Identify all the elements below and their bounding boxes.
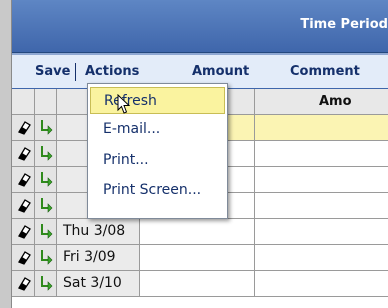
eraser-cell[interactable] xyxy=(12,167,35,192)
eraser-icon[interactable] xyxy=(16,171,32,187)
enter-arrow-icon[interactable] xyxy=(39,223,55,239)
menu-item-print[interactable]: Print... xyxy=(90,147,225,174)
arrow-cell[interactable] xyxy=(35,141,57,166)
code-cell[interactable] xyxy=(140,271,255,296)
amount-cell[interactable] xyxy=(255,193,388,218)
eraser-cell[interactable] xyxy=(12,245,35,270)
date-cell: Thu 3/08 xyxy=(57,219,140,244)
amount-cell[interactable] xyxy=(255,271,388,296)
table-row[interactable]: Fri 3/09 xyxy=(12,245,388,271)
actions-menu-button[interactable]: Actions xyxy=(85,64,139,79)
enter-arrow-icon[interactable] xyxy=(39,275,55,291)
arrow-cell[interactable] xyxy=(35,271,57,296)
enter-arrow-icon[interactable] xyxy=(39,171,55,187)
eraser-cell[interactable] xyxy=(12,219,35,244)
enter-arrow-icon[interactable] xyxy=(39,119,55,135)
date-cell: Sat 3/10 xyxy=(57,271,140,296)
amount-cell[interactable] xyxy=(255,245,388,270)
actions-dropdown-menu: Refresh E-mail... Print... Print Screen.… xyxy=(87,83,228,219)
amount-cell[interactable] xyxy=(255,115,388,140)
comment-button[interactable]: Comment xyxy=(290,64,360,79)
enter-arrow-icon[interactable] xyxy=(39,249,55,265)
amount-cell[interactable] xyxy=(255,141,388,166)
eraser-icon[interactable] xyxy=(16,145,32,161)
eraser-icon[interactable] xyxy=(16,119,32,135)
eraser-icon[interactable] xyxy=(16,223,32,239)
arrow-cell[interactable] xyxy=(35,245,57,270)
code-cell[interactable] xyxy=(140,219,255,244)
eraser-cell[interactable] xyxy=(12,193,35,218)
eraser-cell[interactable] xyxy=(12,271,35,296)
title-bar: Time Period xyxy=(12,0,388,53)
arrow-cell[interactable] xyxy=(35,167,57,192)
menu-item-email[interactable]: E-mail... xyxy=(90,116,225,143)
amount-cell[interactable] xyxy=(255,167,388,192)
eraser-icon[interactable] xyxy=(16,197,32,213)
menu-item-print-screen[interactable]: Print Screen... xyxy=(90,177,225,204)
header-eraser-col xyxy=(12,89,35,115)
arrow-cell[interactable] xyxy=(35,193,57,218)
header-amount[interactable]: Amo xyxy=(255,89,388,115)
window-title: Time Period xyxy=(300,17,388,32)
enter-arrow-icon[interactable] xyxy=(39,197,55,213)
save-button[interactable]: Save xyxy=(35,64,70,79)
table-row[interactable]: Sat 3/10 xyxy=(12,271,388,297)
date-cell: Fri 3/09 xyxy=(57,245,140,270)
arrow-cell[interactable] xyxy=(35,115,57,140)
eraser-cell[interactable] xyxy=(12,115,35,140)
amount-button[interactable]: Amount xyxy=(192,64,249,79)
eraser-icon[interactable] xyxy=(16,275,32,291)
menu-item-refresh[interactable]: Refresh xyxy=(90,87,225,114)
enter-arrow-icon[interactable] xyxy=(39,145,55,161)
toolbar-separator xyxy=(75,63,76,81)
eraser-icon[interactable] xyxy=(16,249,32,265)
arrow-cell[interactable] xyxy=(35,219,57,244)
left-panel-edge xyxy=(0,0,12,308)
table-row[interactable]: Thu 3/08 xyxy=(12,219,388,245)
header-arrow-col xyxy=(35,89,57,115)
eraser-cell[interactable] xyxy=(12,141,35,166)
code-cell[interactable] xyxy=(140,245,255,270)
mouse-pointer-icon xyxy=(117,94,131,114)
amount-cell[interactable] xyxy=(255,219,388,244)
